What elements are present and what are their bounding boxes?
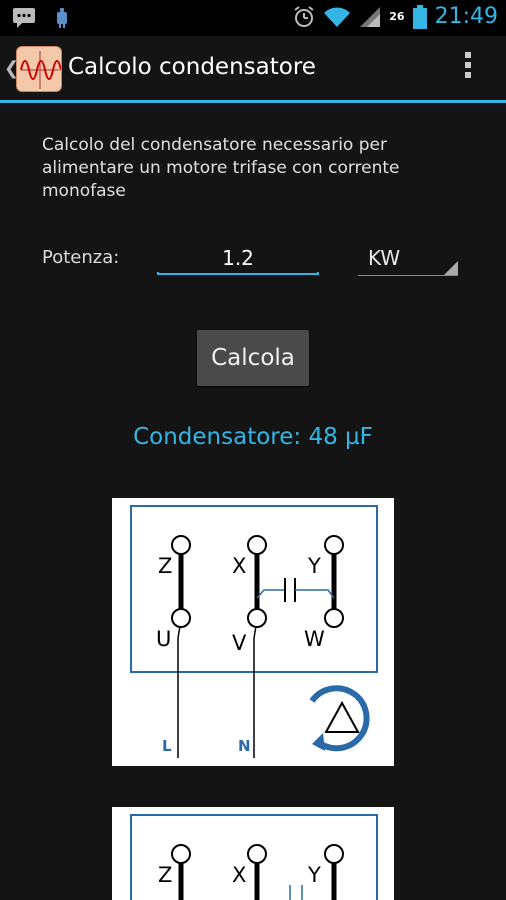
result-text: Condensatore: 48 µF bbox=[133, 424, 373, 450]
status-bar: 26 21:49 bbox=[0, 0, 506, 36]
wiring-diagram-second: Z X Y bbox=[112, 807, 394, 900]
calculate-button[interactable]: Calcola bbox=[197, 330, 309, 386]
terminal-label-w: W bbox=[304, 627, 325, 651]
wiring-diagram: Z X Y U V W L N bbox=[112, 498, 394, 766]
power-input-underline bbox=[157, 272, 319, 275]
chat-notification-icon bbox=[13, 8, 35, 28]
terminal-label-z-2: Z bbox=[158, 863, 172, 887]
rotation-direction-icon bbox=[309, 685, 370, 752]
unit-selected-value: KW bbox=[368, 246, 401, 270]
status-time: 21:49 bbox=[434, 4, 498, 29]
terminal-label-x-2: X bbox=[232, 863, 246, 887]
power-input[interactable] bbox=[158, 240, 318, 276]
unit-dropdown[interactable]: KW bbox=[358, 240, 458, 276]
android-notification-icon bbox=[57, 8, 67, 28]
terminal-label-y-2: Y bbox=[307, 863, 321, 887]
terminal-label-v: V bbox=[232, 631, 247, 655]
terminal-label-u: U bbox=[156, 627, 171, 651]
terminal-label-x: X bbox=[232, 554, 246, 578]
app-logo-icon[interactable] bbox=[16, 46, 62, 92]
terminal-label-z: Z bbox=[158, 554, 172, 578]
battery-icon bbox=[412, 4, 427, 29]
description-text: Calcolo del condensatore necessario per … bbox=[42, 135, 400, 201]
dropdown-arrow-icon bbox=[444, 261, 458, 275]
power-label: Potenza: bbox=[42, 247, 120, 268]
overflow-menu-icon[interactable] bbox=[464, 52, 472, 84]
supply-label-l: L bbox=[162, 737, 172, 755]
terminal-label-y: Y bbox=[307, 554, 321, 578]
alarm-icon bbox=[294, 5, 314, 27]
signal-icon bbox=[360, 6, 381, 27]
notification-count-badge: 26 bbox=[389, 10, 405, 23]
wifi-icon bbox=[324, 6, 351, 27]
supply-label-n: N bbox=[238, 737, 251, 755]
app-title: Calcolo condensatore bbox=[68, 54, 316, 80]
action-bar-divider bbox=[0, 100, 506, 103]
